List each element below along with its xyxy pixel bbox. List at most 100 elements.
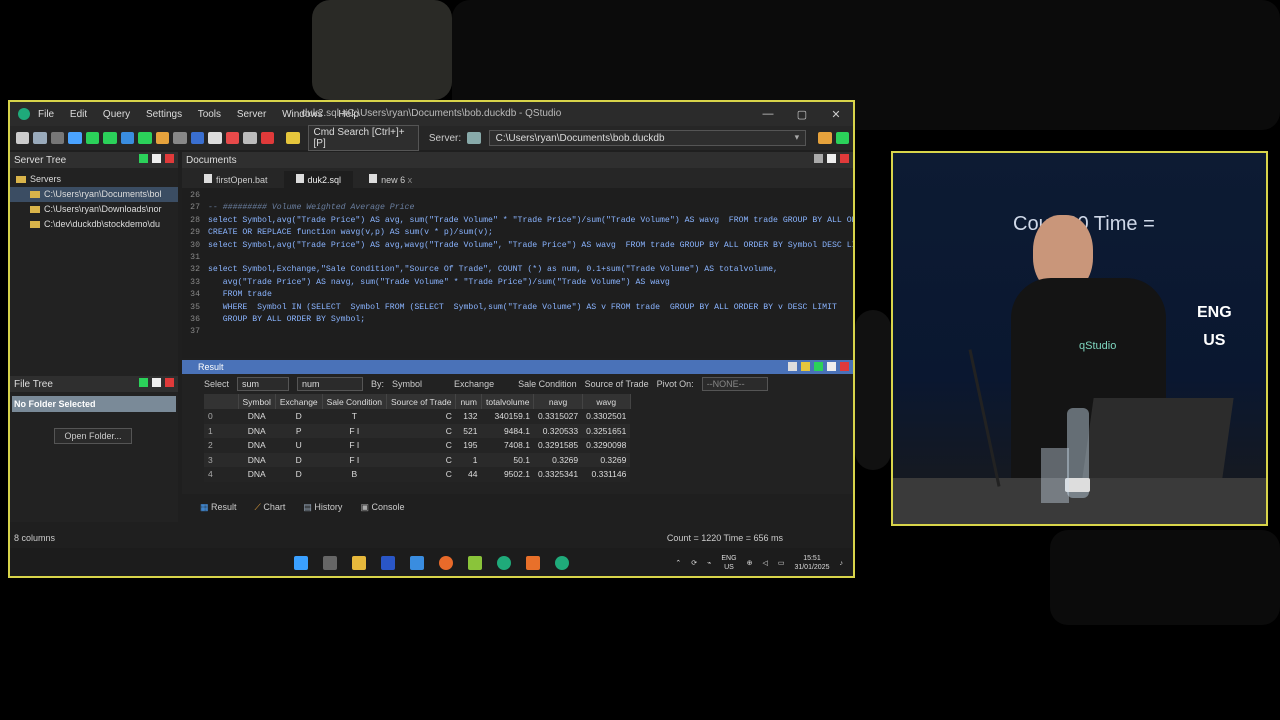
- menu-tools[interactable]: Tools: [198, 109, 221, 120]
- task-view-icon[interactable]: [323, 556, 337, 570]
- menu-settings[interactable]: Settings: [146, 109, 182, 120]
- export-icon[interactable]: [788, 362, 797, 371]
- sql-editor[interactable]: 26 27 -- ######### Volume Weighted Average…: [182, 188, 853, 339]
- column-header[interactable]: Source of Trade: [386, 394, 457, 409]
- column-header[interactable]: navg: [533, 394, 583, 409]
- debug-icon[interactable]: [225, 132, 240, 144]
- tray-network-icon[interactable]: ⌁: [707, 559, 711, 567]
- server-settings-icon[interactable]: [818, 132, 832, 144]
- tab-firstopen[interactable]: firstOpen.bat: [192, 171, 280, 188]
- tab-result[interactable]: ▦ Result: [200, 502, 237, 513]
- minimize-button[interactable]: —: [751, 108, 785, 121]
- menu-server[interactable]: Server: [237, 109, 266, 120]
- file-explorer-icon[interactable]: [352, 556, 366, 570]
- tray-chevron-icon[interactable]: ⌃: [675, 559, 681, 567]
- stop-icon[interactable]: [155, 132, 170, 144]
- notification-bell-icon[interactable]: ♪: [840, 560, 844, 567]
- close-icon[interactable]: [165, 378, 174, 387]
- app-l-icon[interactable]: [381, 556, 395, 570]
- pivot-symbol[interactable]: Symbol: [392, 379, 422, 389]
- step-icon[interactable]: [120, 132, 135, 144]
- refresh-icon[interactable]: [814, 362, 823, 371]
- pivot-on-select[interactable]: --NONE--: [701, 377, 768, 391]
- format-icon[interactable]: [190, 132, 205, 144]
- app-orange-icon[interactable]: [526, 556, 540, 570]
- refresh-icon[interactable]: [68, 132, 82, 144]
- tab-duk2[interactable]: duk2.sql: [283, 171, 354, 188]
- menu-edit[interactable]: Edit: [70, 109, 87, 120]
- column-header[interactable]: Symbol: [238, 394, 276, 409]
- globe-icon[interactable]: ⊕: [747, 559, 753, 567]
- maximize-icon[interactable]: [152, 378, 161, 387]
- settings-icon[interactable]: [243, 132, 257, 144]
- close-icon[interactable]: [165, 154, 174, 163]
- chart-icon[interactable]: [801, 362, 810, 371]
- server-item[interactable]: C:\dev\duckdb\stockdemo\du: [10, 217, 178, 232]
- table-row[interactable]: 4 DNA D B C 44 9502.1 0.3325341 0.331146: [204, 467, 631, 482]
- column-header[interactable]: totalvolume: [481, 394, 535, 409]
- pivot-exchange[interactable]: Exchange: [454, 379, 494, 389]
- refresh-icon[interactable]: [139, 154, 148, 163]
- run-all-icon[interactable]: [138, 132, 152, 144]
- server-item[interactable]: C:\Users\ryan\Documents\bol: [10, 187, 178, 202]
- run-icon[interactable]: [103, 132, 117, 144]
- close-icon[interactable]: [840, 362, 849, 371]
- menu-query[interactable]: Query: [103, 109, 130, 120]
- bottom-tabs: ▦ Result ⟋ Chart ▤ History ▣ Console: [200, 502, 405, 513]
- close-icon[interactable]: [840, 154, 849, 163]
- run-line-icon[interactable]: [85, 132, 100, 144]
- tray-sync-icon[interactable]: ⟳: [691, 559, 697, 567]
- volume-icon[interactable]: ◁: [762, 559, 767, 567]
- table-row[interactable]: 1 DNA P F I C 521 9484.1 0.320533 0.3251651: [204, 423, 631, 438]
- open-folder-button[interactable]: Open Folder...: [54, 428, 132, 444]
- menu-windows[interactable]: Windows: [282, 109, 323, 120]
- tree-root[interactable]: Servers: [10, 172, 178, 187]
- refresh-icon[interactable]: [139, 378, 148, 387]
- close-button[interactable]: ✕: [819, 108, 853, 121]
- menu-file[interactable]: File: [38, 109, 54, 120]
- qstudio-taskbar-icon[interactable]: [497, 556, 511, 570]
- qstudio-active-icon[interactable]: [555, 556, 569, 570]
- column-header[interactable]: wavg: [582, 394, 631, 409]
- measure-select[interactable]: num: [297, 377, 364, 391]
- maximize-icon[interactable]: [827, 154, 836, 163]
- cmd-search-button[interactable]: Cmd Search [Ctrl+]+[P]: [307, 125, 419, 151]
- server-item[interactable]: C:\Users\ryan\Downloads\nor: [10, 202, 178, 217]
- code-text: CREATE OR REPLACE function wavg(v,p) AS …: [208, 228, 493, 238]
- new-file-icon[interactable]: [16, 132, 30, 144]
- tab-console[interactable]: ▣ Console: [360, 502, 404, 513]
- table-row[interactable]: 3 DNA D F I C 1 50.1 0.3269 0.3269: [204, 452, 631, 467]
- tab-chart[interactable]: ⟋ Chart: [255, 502, 286, 513]
- maximize-icon[interactable]: [827, 362, 836, 371]
- column-header[interactable]: Exchange: [275, 394, 323, 409]
- tab-close-icon[interactable]: x: [408, 175, 413, 185]
- language-indicator[interactable]: ENG US: [721, 554, 736, 572]
- maximize-icon[interactable]: [152, 154, 161, 163]
- open-file-icon[interactable]: [33, 132, 47, 144]
- column-header[interactable]: num: [455, 394, 482, 409]
- save-icon[interactable]: [50, 132, 65, 144]
- pivot-sale-condition[interactable]: Sale Condition: [518, 379, 577, 389]
- notepad-plus-icon[interactable]: [468, 556, 482, 570]
- aggregate-select[interactable]: sum: [237, 377, 290, 391]
- firefox-icon[interactable]: [439, 556, 453, 570]
- restore-icon[interactable]: [814, 154, 823, 163]
- pivot-source[interactable]: Source of Trade: [585, 379, 649, 389]
- cancel-icon[interactable]: [173, 132, 187, 144]
- table-row[interactable]: 2 DNA U F I C 195 7408.1 0.3291585 0.3290098: [204, 438, 631, 453]
- column-header[interactable]: [204, 394, 239, 409]
- add-server-icon[interactable]: [835, 132, 850, 144]
- windows-start-icon[interactable]: [294, 556, 308, 570]
- tab-new6[interactable]: new 6 x: [357, 171, 424, 188]
- clock[interactable]: 15:51 31/01/2025: [794, 554, 829, 572]
- server-select[interactable]: C:\Users\ryan\Documents\bob.duckdb: [488, 130, 807, 146]
- maximize-button[interactable]: ▢: [785, 108, 819, 121]
- disconnect-icon[interactable]: [260, 132, 275, 144]
- menu-help[interactable]: Help: [338, 109, 359, 120]
- column-header[interactable]: Sale Condition: [322, 394, 387, 409]
- tab-history[interactable]: ▤ History: [303, 502, 342, 513]
- table-row[interactable]: 0 DNA D T C 132 340159.1 0.3315027 0.3302501: [204, 409, 631, 424]
- battery-icon[interactable]: ▭: [778, 559, 785, 567]
- table-icon[interactable]: [208, 132, 222, 144]
- pen-app-icon[interactable]: [410, 556, 424, 570]
